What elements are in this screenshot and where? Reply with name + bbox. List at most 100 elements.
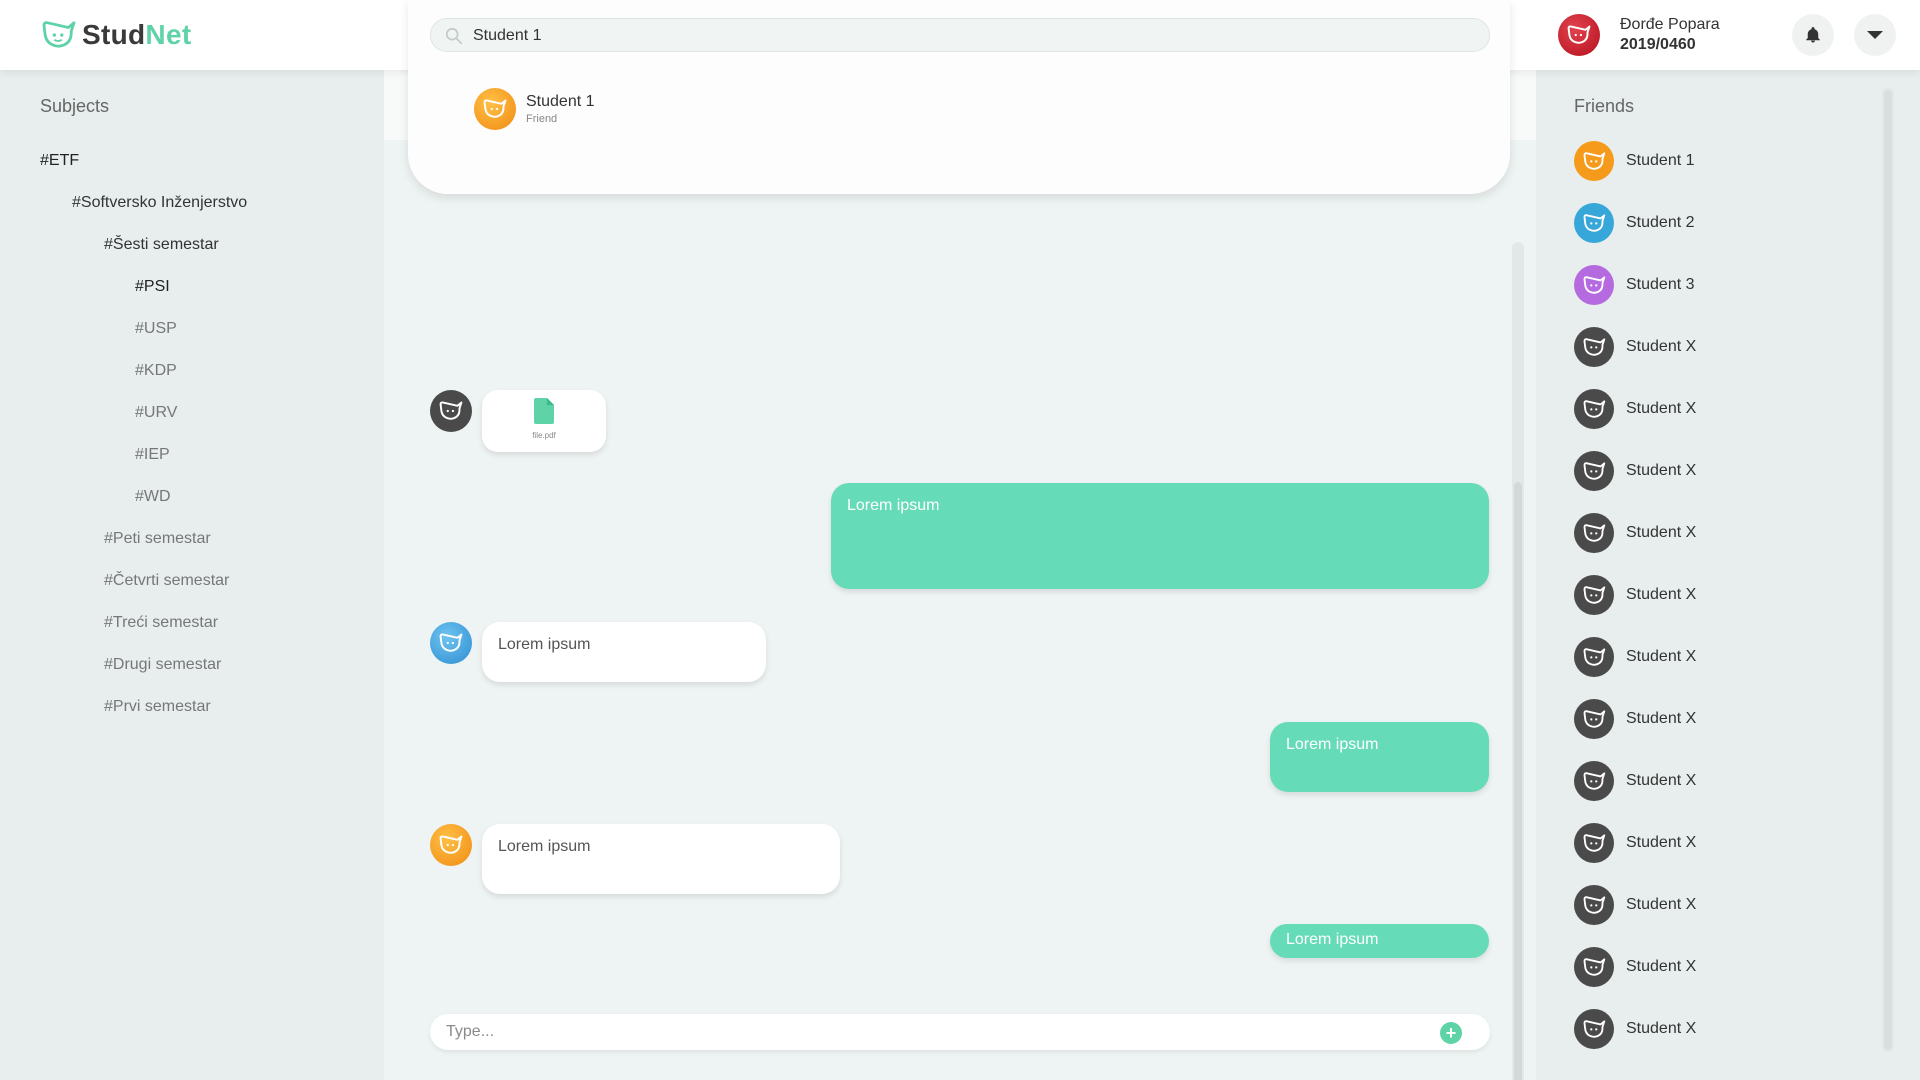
subject-item[interactable]: #Peti semestar: [104, 530, 211, 548]
avatar-face-icon: [1583, 399, 1605, 418]
message-avatar[interactable]: [430, 622, 472, 664]
subject-item[interactable]: #Prvi semestar: [104, 698, 211, 716]
friend-avatar: [1574, 885, 1614, 925]
chat-scrollbar[interactable]: [1512, 242, 1524, 1080]
friend-avatar: [1574, 823, 1614, 863]
avatar-face-icon: [1583, 275, 1605, 294]
avatar-face-icon: [1583, 957, 1605, 976]
friend-avatar: [1574, 761, 1614, 801]
subject-item[interactable]: #Softversko Inženjerstvo: [72, 194, 247, 212]
message-input[interactable]: [446, 1018, 1406, 1046]
subjects-sidebar: Subjects #ETF #Softversko Inženjerstvo #…: [0, 70, 384, 1080]
friend-item[interactable]: Student 1: [1574, 141, 1695, 181]
outgoing-message: Lorem ipsum: [1270, 722, 1489, 792]
friend-item[interactable]: Student 2: [1574, 203, 1695, 243]
search-box: [430, 18, 1490, 52]
avatar-face-icon: [483, 99, 507, 118]
friend-item[interactable]: Student X: [1574, 761, 1696, 801]
notifications-button[interactable]: [1792, 14, 1834, 56]
friend-item[interactable]: Student 3: [1574, 265, 1695, 305]
friend-avatar: [1574, 203, 1614, 243]
subject-item[interactable]: #Drugi semestar: [104, 656, 221, 674]
search-input[interactable]: [473, 23, 1473, 49]
user-name: Đorđe Popara: [1620, 16, 1720, 33]
friend-name: Student 1: [1626, 152, 1695, 169]
result-name: Student 1: [526, 93, 595, 110]
friend-name: Student X: [1626, 338, 1697, 355]
user-id: 2019/0460: [1620, 36, 1696, 53]
avatar-face-icon: [439, 835, 463, 854]
incoming-message: Lorem ipsum: [482, 824, 840, 894]
subject-item[interactable]: #URV: [135, 404, 177, 422]
subject-item[interactable]: #KDP: [135, 362, 177, 380]
friend-name: Student X: [1626, 834, 1697, 851]
app-logo[interactable]: StudNet: [40, 16, 191, 54]
friend-avatar: [1574, 451, 1614, 491]
friend-name: Student X: [1626, 958, 1697, 975]
friend-item[interactable]: Student X: [1574, 451, 1696, 491]
avatar-face-icon: [1583, 337, 1605, 356]
subject-item[interactable]: #ETF: [40, 152, 79, 170]
friend-item[interactable]: Student X: [1574, 637, 1696, 677]
logo-text: StudNet: [82, 19, 192, 50]
avatar-face-icon: [1583, 151, 1605, 170]
outgoing-message: Lorem ipsum: [1270, 924, 1489, 958]
friends-title: Friends: [1574, 96, 1635, 116]
plus-icon: +: [1445, 1023, 1457, 1043]
friend-name: Student 3: [1626, 276, 1695, 293]
chat-area: file.pdf Lorem ipsum Lorem ipsum Lorem i…: [384, 70, 1536, 1080]
avatar-face-icon: [439, 401, 463, 420]
friend-name: Student X: [1626, 896, 1697, 913]
subject-item[interactable]: #IEP: [135, 446, 170, 464]
friend-item[interactable]: Student X: [1574, 327, 1696, 367]
friend-item[interactable]: Student X: [1574, 513, 1696, 553]
friend-item[interactable]: Student X: [1574, 1009, 1696, 1049]
friend-item[interactable]: Student X: [1574, 699, 1696, 739]
user-profile[interactable]: Đorđe Popara 2019/0460: [1558, 14, 1720, 56]
subject-item[interactable]: #WD: [135, 488, 171, 506]
subject-item[interactable]: #USP: [135, 320, 177, 338]
search-result-item[interactable]: Student 1 Friend: [474, 88, 595, 130]
message-avatar[interactable]: [430, 390, 472, 432]
subject-item[interactable]: #PSI: [135, 278, 170, 296]
avatar-face-icon: [1583, 771, 1605, 790]
message-avatar[interactable]: [430, 824, 472, 866]
search-dropdown: Student 1 Friend: [408, 0, 1510, 194]
friend-item[interactable]: Student X: [1574, 575, 1696, 615]
subject-item[interactable]: #Šesti semestar: [104, 236, 219, 254]
bell-icon: [1806, 27, 1820, 43]
friend-name: Student X: [1626, 586, 1697, 603]
avatar-face-icon: [1583, 523, 1605, 542]
file-icon: [534, 398, 554, 424]
friend-item[interactable]: Student X: [1574, 885, 1696, 925]
friends-sidebar: Friends Student 1 Student 2 Student 3 Stude…: [1536, 70, 1920, 1080]
add-attachment-button[interactable]: +: [1440, 1022, 1462, 1044]
avatar-face-icon: [1583, 833, 1605, 852]
outgoing-message: Lorem ipsum: [831, 483, 1489, 589]
friends-scroll-thumb[interactable]: [1884, 90, 1892, 1050]
friend-name: Student X: [1626, 772, 1697, 789]
friends-scrollbar[interactable]: [1882, 88, 1894, 1052]
avatar-face-icon: [1583, 1019, 1605, 1038]
friend-avatar: [1574, 947, 1614, 987]
user-avatar[interactable]: [1558, 14, 1600, 56]
friend-item[interactable]: Student X: [1574, 823, 1696, 863]
avatar-face-icon: [1583, 709, 1605, 728]
friend-avatar: [1574, 637, 1614, 677]
friend-name: Student X: [1626, 524, 1697, 541]
friend-name: Student X: [1626, 1020, 1697, 1037]
friend-name: Student X: [1626, 462, 1697, 479]
subjects-title: Subjects: [40, 96, 110, 116]
file-message[interactable]: file.pdf: [482, 390, 606, 452]
chat-scroll-thumb[interactable]: [1514, 482, 1522, 1080]
incoming-message: Lorem ipsum: [482, 622, 766, 682]
subject-item[interactable]: #Četvrti semestar: [104, 572, 229, 590]
friend-item[interactable]: Student X: [1574, 389, 1696, 429]
subject-item[interactable]: #Treći semestar: [104, 614, 218, 632]
result-relation: Friend: [526, 113, 558, 125]
message-composer: +: [430, 1014, 1490, 1050]
file-name: file.pdf: [532, 431, 556, 440]
friend-avatar: [1574, 265, 1614, 305]
user-menu-button[interactable]: [1854, 14, 1896, 56]
friend-item[interactable]: Student X: [1574, 947, 1696, 987]
